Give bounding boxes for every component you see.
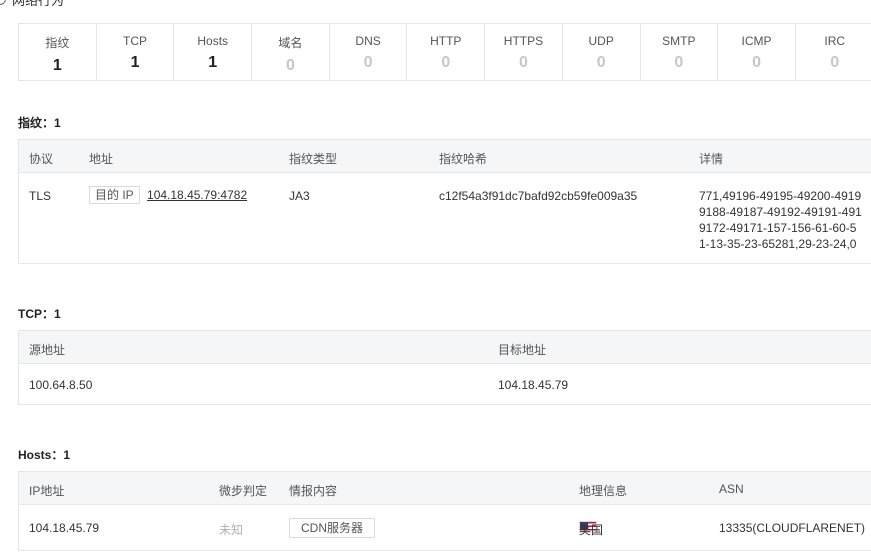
stat-label: TCP — [123, 34, 148, 48]
stat-value: 1 — [52, 57, 62, 74]
details-line: 9188-49187-49192-49191-491 — [699, 205, 862, 219]
stat-https[interactable]: HTTPS 0 — [485, 24, 563, 80]
stat-icmp[interactable]: ICMP 0 — [718, 24, 796, 80]
stat-label: UDP — [588, 34, 614, 48]
stat-value: 0 — [752, 54, 761, 71]
stat-value: 1 — [208, 54, 218, 71]
network-stats-bar: 指纹 1 TCP 1 Hosts 1 域名 0 DNS 0 HTTP 0 HTTPS 0 UD… — [18, 23, 871, 81]
stat-tcp[interactable]: TCP 1 — [97, 24, 175, 80]
fingerprint-table: 协议 地址 指纹类型 指纹哈希 详情 TLS 目的 IP 104.18.45.7… — [18, 139, 871, 264]
table-header: 源地址 目标地址 — [19, 331, 871, 364]
stat-dns[interactable]: DNS 0 — [330, 24, 408, 80]
stat-label: HTTPS — [503, 34, 544, 48]
stat-value: 0 — [519, 54, 528, 71]
stat-label: IRC — [824, 34, 846, 48]
table-header: 协议 地址 指纹类型 指纹哈希 详情 — [19, 140, 871, 173]
stat-label: ICMP — [741, 34, 772, 48]
details-line: 771,49196-49195-49200-4919 — [699, 189, 862, 203]
col-asn: ASN — [719, 482, 744, 496]
intel-tag: CDN服务器 — [289, 518, 375, 538]
type-cell: JA3 — [289, 189, 310, 203]
section-header-label: 网络行为 — [12, 0, 65, 8]
ip-cell: 104.18.45.79 — [29, 521, 100, 535]
col-type: 指纹类型 — [289, 152, 338, 166]
stat-value: 0 — [674, 54, 684, 71]
details-cell: 771,49196-49195-49200-4919 9188-49187-49… — [699, 188, 862, 252]
stat-udp[interactable]: UDP 0 — [563, 24, 641, 80]
hosts-section-title: Hosts：1 — [18, 448, 71, 462]
stat-smtp[interactable]: SMTP 0 — [641, 24, 719, 80]
hosts-table: IP地址 微步判定 情报内容 地理信息 ASN 104.18.45.79 未知 … — [18, 471, 871, 551]
stat-irc[interactable]: IRC 0 — [796, 24, 871, 80]
col-ip: IP地址 — [29, 484, 65, 498]
hash-cell: c12f54a3f91dc7bafd92cb59fe009a35 — [439, 189, 638, 203]
col-intel: 情报内容 — [289, 484, 338, 498]
dst-cell: 104.18.45.79 — [498, 378, 569, 392]
table-header: IP地址 微步判定 情报内容 地理信息 ASN — [19, 472, 871, 505]
table-row: 104.18.45.79 未知 CDN服务器 美国 13335(CLOUDFLA… — [19, 505, 871, 550]
src-cell: 100.64.8.50 — [29, 378, 93, 392]
network-icon — [0, 0, 6, 5]
stat-value: 0 — [441, 54, 451, 71]
asn-cell: 13335(CLOUDFLARENET) — [719, 521, 866, 535]
stat-http[interactable]: HTTP 0 — [407, 24, 486, 80]
stat-hosts[interactable]: Hosts 1 — [174, 24, 253, 80]
tcp-table: 源地址 目标地址 100.64.8.50 104.18.45.79 — [18, 330, 871, 405]
stat-value: 0 — [596, 54, 606, 71]
stat-value: 0 — [363, 54, 373, 71]
fingerprint-section-title: 指纹：1 — [18, 116, 61, 130]
table-row: 100.64.8.50 104.18.45.79 — [19, 364, 871, 404]
stat-label: Hosts — [197, 34, 229, 48]
stat-label: SMTP — [662, 34, 696, 48]
stat-label: HTTP — [430, 34, 462, 48]
stat-value: 0 — [285, 57, 295, 74]
col-address: 地址 — [89, 152, 114, 166]
details-line: 9172-49171-157-156-61-60-5 — [699, 221, 857, 235]
stat-value: 0 — [830, 54, 840, 71]
address-link[interactable]: 104.18.45.79:4782 — [147, 188, 247, 202]
geo-label: 美国 — [579, 523, 604, 537]
col-judgement: 微步判定 — [219, 484, 268, 498]
protocol-cell: TLS — [29, 189, 52, 203]
details-line: 1-13-35-23-65281,29-23-24,0 — [699, 237, 857, 251]
address-cell: 目的 IP 104.18.45.79:4782 — [89, 186, 247, 204]
stat-label: 指纹 — [45, 36, 70, 50]
tcp-section-title: TCP：1 — [18, 307, 61, 321]
section-header-network: 网络行为 — [0, 0, 65, 8]
dest-ip-tag: 目的 IP — [89, 186, 140, 204]
col-src: 源地址 — [29, 343, 66, 357]
col-hash: 指纹哈希 — [439, 152, 488, 166]
col-geo: 地理信息 — [579, 484, 628, 498]
col-dst: 目标地址 — [498, 343, 547, 357]
col-protocol: 协议 — [29, 152, 54, 166]
judgement-cell: 未知 — [219, 523, 244, 537]
stat-fingerprint[interactable]: 指纹 1 — [19, 24, 97, 80]
col-details: 详情 — [699, 152, 724, 166]
table-row: TLS 目的 IP 104.18.45.79:4782 JA3 c12f54a3… — [19, 173, 871, 263]
stat-label: DNS — [355, 34, 381, 48]
stat-domains[interactable]: 域名 0 — [252, 24, 330, 80]
stat-label: 域名 — [278, 36, 303, 50]
stat-value: 1 — [130, 54, 140, 71]
